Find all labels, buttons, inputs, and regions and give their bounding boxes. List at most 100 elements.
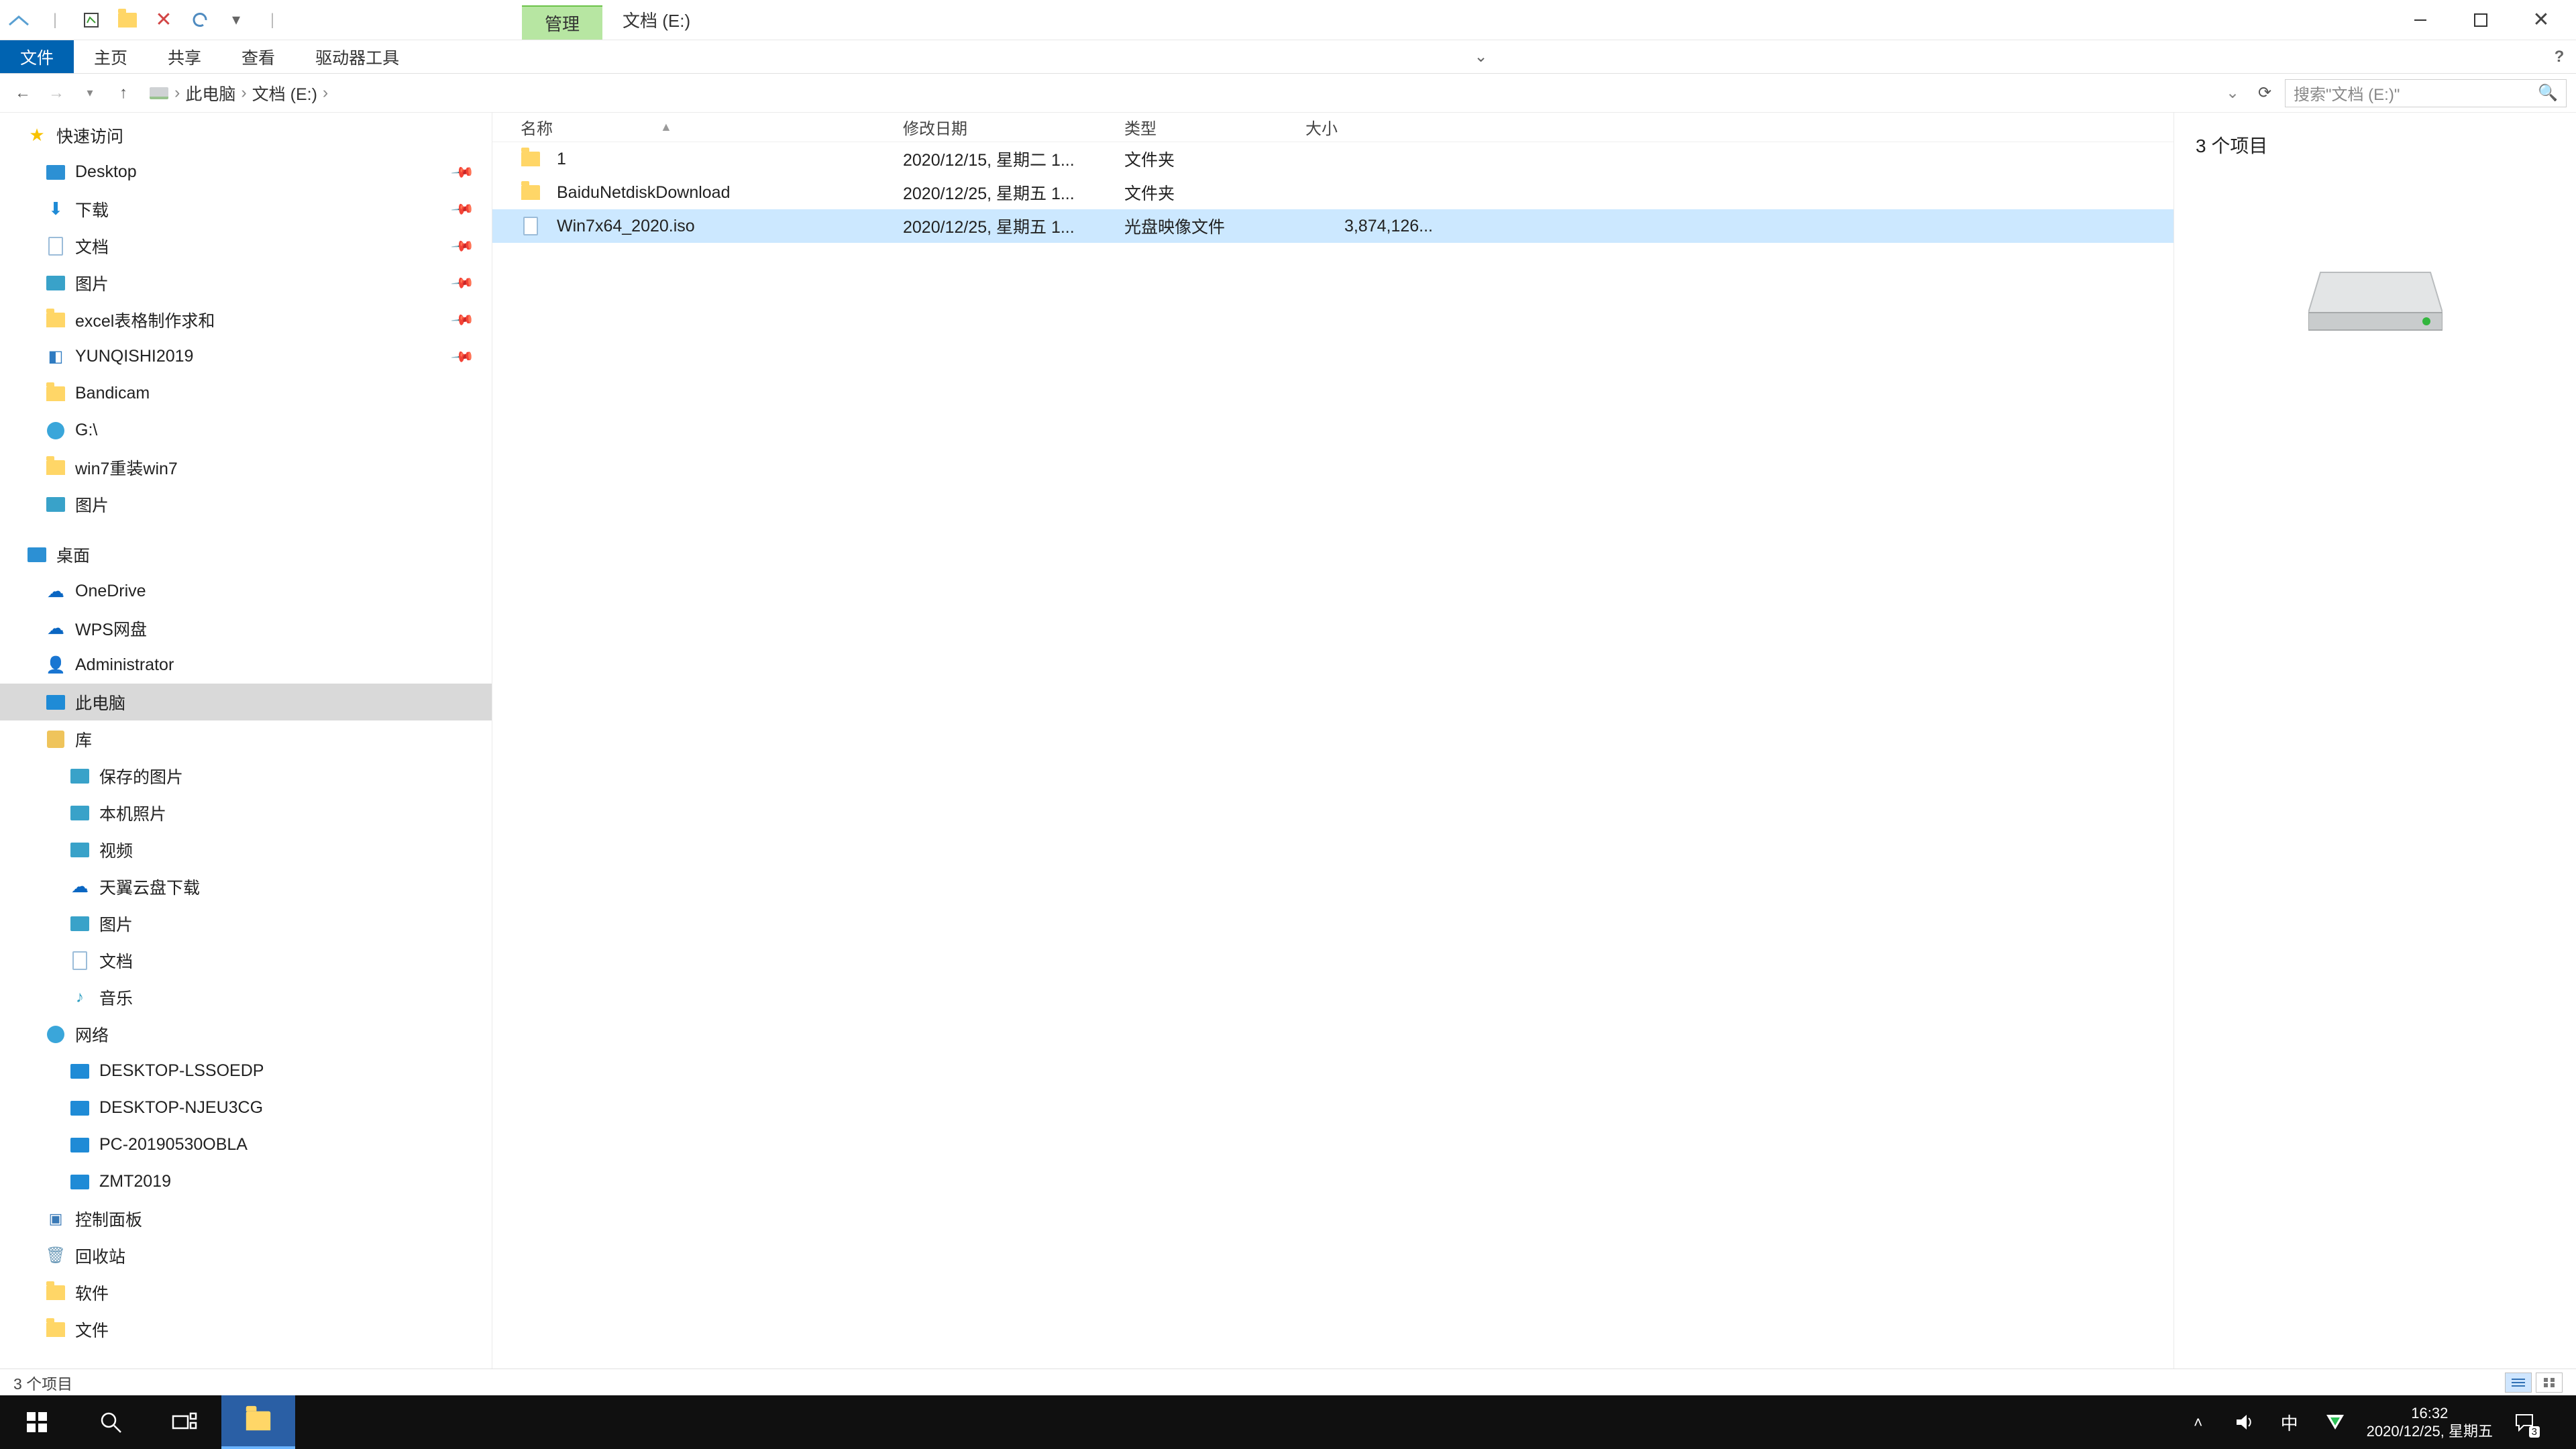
sidebar-item[interactable]: 🗑回收站: [0, 1237, 492, 1274]
sidebar-item-label: 保存的图片: [99, 764, 183, 788]
chevron-right-icon[interactable]: ›: [172, 83, 182, 103]
sidebar-item-label: 快速访问: [56, 123, 123, 148]
sidebar-item-label: 图片: [99, 912, 133, 936]
sidebar-item[interactable]: 图片📌: [0, 264, 492, 301]
chevron-right-icon[interactable]: ›: [320, 83, 331, 103]
sidebar-item[interactable]: 此电脑: [0, 684, 492, 720]
qat-dropdown-icon[interactable]: ▾: [224, 8, 248, 32]
sidebar-item[interactable]: 文档📌: [0, 227, 492, 264]
ribbon-tab-home[interactable]: 主页: [74, 40, 148, 73]
sidebar-item[interactable]: win7重装win7: [0, 449, 492, 486]
tool-contextual-tab[interactable]: 管理: [522, 5, 602, 40]
search-box[interactable]: 搜索"文档 (E:)" 🔍: [2285, 79, 2567, 107]
sidebar-item-label: 图片: [75, 492, 109, 517]
sidebar-item[interactable]: DESKTOP-LSSOEDP: [0, 1053, 492, 1089]
sidebar-item[interactable]: G:\: [0, 412, 492, 449]
action-center-icon[interactable]: 3: [2510, 1408, 2538, 1436]
sidebar-item[interactable]: excel表格制作求和📌: [0, 301, 492, 338]
breadcrumb-item[interactable]: 文档 (E:): [252, 81, 317, 105]
ribbon-tab-drivetools[interactable]: 驱动器工具: [295, 40, 419, 73]
nav-forward-button[interactable]: →: [43, 80, 70, 107]
bin-icon: 🗑: [46, 1246, 66, 1266]
minimize-button[interactable]: [2396, 4, 2445, 36]
chevron-right-icon[interactable]: ›: [238, 83, 249, 103]
taskbar-explorer-button[interactable]: [221, 1395, 295, 1449]
sidebar-item-label: OneDrive: [75, 582, 146, 601]
sidebar-item[interactable]: ☁OneDrive: [0, 573, 492, 610]
sidebar-item[interactable]: ZMT2019: [0, 1163, 492, 1200]
sidebar-item[interactable]: ▣控制面板: [0, 1200, 492, 1237]
breadcrumb-item[interactable]: 此电脑: [185, 81, 235, 105]
sidebar-item[interactable]: 文件: [0, 1311, 492, 1348]
sidebar-item-label: WPS网盘: [75, 616, 147, 641]
file-row[interactable]: Win7x64_2020.iso2020/12/25, 星期五 1...光盘映像…: [492, 209, 2174, 243]
taskbar-search-button[interactable]: [74, 1395, 148, 1449]
taskbar-clock[interactable]: 16:32 2020/12/25, 星期五: [2367, 1404, 2493, 1441]
sidebar-item[interactable]: 图片: [0, 486, 492, 523]
sidebar-item[interactable]: PC-20190530OBLA: [0, 1126, 492, 1163]
address-dropdown-icon[interactable]: ⌄: [2219, 80, 2246, 107]
view-details-button[interactable]: [2505, 1373, 2532, 1393]
window-title: 文档 (E:): [602, 7, 710, 32]
navigation-row: ← → ▾ ↑ › 此电脑 › 文档 (E:) › ⌄ ⟳ 搜索"文档 (E:)…: [0, 74, 2576, 113]
task-view-button[interactable]: [148, 1395, 221, 1449]
pc-icon: [70, 1135, 90, 1155]
qat-undo-icon[interactable]: [188, 8, 212, 32]
sidebar-item-label: 音乐: [99, 985, 133, 1010]
sidebar-item[interactable]: DESKTOP-NJEU3CG: [0, 1089, 492, 1126]
pc-icon: [46, 692, 66, 712]
start-button[interactable]: [0, 1395, 74, 1449]
col-size[interactable]: 大小: [1305, 115, 1433, 139]
search-icon[interactable]: 🔍: [2538, 83, 2558, 103]
nav-back-button[interactable]: ←: [9, 80, 36, 107]
sidebar-item[interactable]: Bandicam: [0, 375, 492, 412]
qat-properties-icon[interactable]: [79, 8, 103, 32]
file-name: Win7x64_2020.iso: [557, 217, 695, 236]
view-large-icons-button[interactable]: [2536, 1373, 2563, 1393]
pin-icon: 📌: [449, 307, 475, 333]
sidebar-item[interactable]: ♪音乐: [0, 979, 492, 1016]
nav-recent-dropdown[interactable]: ▾: [76, 80, 103, 107]
sidebar-item[interactable]: 文档: [0, 942, 492, 979]
sidebar-item[interactable]: 桌面: [0, 536, 492, 573]
ribbon-expand-icon[interactable]: ⌄: [1464, 40, 1498, 73]
address-bar[interactable]: › 此电脑 › 文档 (E:) ›: [144, 81, 2212, 105]
sidebar-item-label: Administrator: [75, 655, 174, 675]
qat-newfolder-icon[interactable]: [115, 8, 140, 32]
qat-delete-icon[interactable]: ✕: [152, 8, 176, 32]
volume-icon[interactable]: [2230, 1408, 2258, 1436]
sidebar-item[interactable]: ◧YUNQISHI2019📌: [0, 338, 492, 375]
ribbon-tab-file[interactable]: 文件: [0, 40, 74, 73]
sidebar-item[interactable]: ⬇下载📌: [0, 191, 492, 227]
refresh-icon[interactable]: ⟳: [2251, 80, 2278, 107]
file-row[interactable]: BaiduNetdiskDownload2020/12/25, 星期五 1...…: [492, 176, 2174, 209]
close-button[interactable]: ✕: [2517, 4, 2565, 36]
sidebar-item[interactable]: 保存的图片: [0, 757, 492, 794]
col-date[interactable]: 修改日期: [903, 115, 1124, 139]
help-icon[interactable]: ?: [2542, 40, 2576, 73]
sidebar-item[interactable]: ☁天翼云盘下载: [0, 868, 492, 905]
sidebar-item[interactable]: ★快速访问: [0, 117, 492, 154]
maximize-button[interactable]: [2457, 4, 2505, 36]
sidebar-item[interactable]: 图片: [0, 905, 492, 942]
sidebar-item-label: 此电脑: [75, 690, 125, 714]
tray-overflow-icon[interactable]: ˄: [2184, 1408, 2212, 1436]
sidebar-item[interactable]: 网络: [0, 1016, 492, 1053]
preview-count: 3 个项目: [2196, 131, 2555, 158]
sidebar-item[interactable]: 👤Administrator: [0, 647, 492, 684]
nav-up-button[interactable]: ↑: [110, 80, 137, 107]
sidebar-item[interactable]: 软件: [0, 1274, 492, 1311]
sidebar-item[interactable]: Desktop📌: [0, 154, 492, 191]
tray-app-icon[interactable]: [2321, 1408, 2349, 1436]
col-type[interactable]: 类型: [1124, 115, 1305, 139]
sidebar-item[interactable]: 本机照片: [0, 794, 492, 831]
sidebar-item[interactable]: 库: [0, 720, 492, 757]
ribbon-tab-share[interactable]: 共享: [148, 40, 221, 73]
col-name[interactable]: 名称▲: [521, 115, 903, 139]
sidebar-item-label: G:\: [75, 421, 97, 440]
ime-indicator[interactable]: 中: [2275, 1408, 2304, 1436]
sidebar-item[interactable]: 视频: [0, 831, 492, 868]
sidebar-item[interactable]: ☁WPS网盘: [0, 610, 492, 647]
file-row[interactable]: 12020/12/15, 星期二 1...文件夹: [492, 142, 2174, 176]
ribbon-tab-view[interactable]: 查看: [221, 40, 295, 73]
